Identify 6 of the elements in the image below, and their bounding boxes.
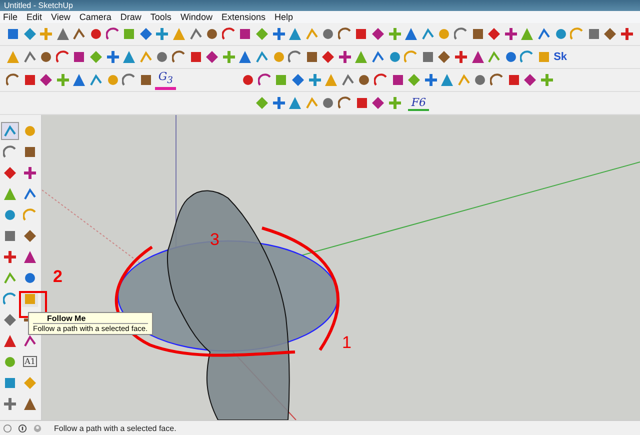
window-title: Untitled - SketchUp [4, 0, 73, 11]
annotation-number: 3 [210, 230, 220, 249]
tooltip-title: Follow Me [33, 314, 148, 324]
status-text: Follow a path with a selected face. [54, 424, 176, 432]
annotation-number: 2 [53, 267, 62, 286]
annotation-number: 1 [342, 333, 352, 352]
